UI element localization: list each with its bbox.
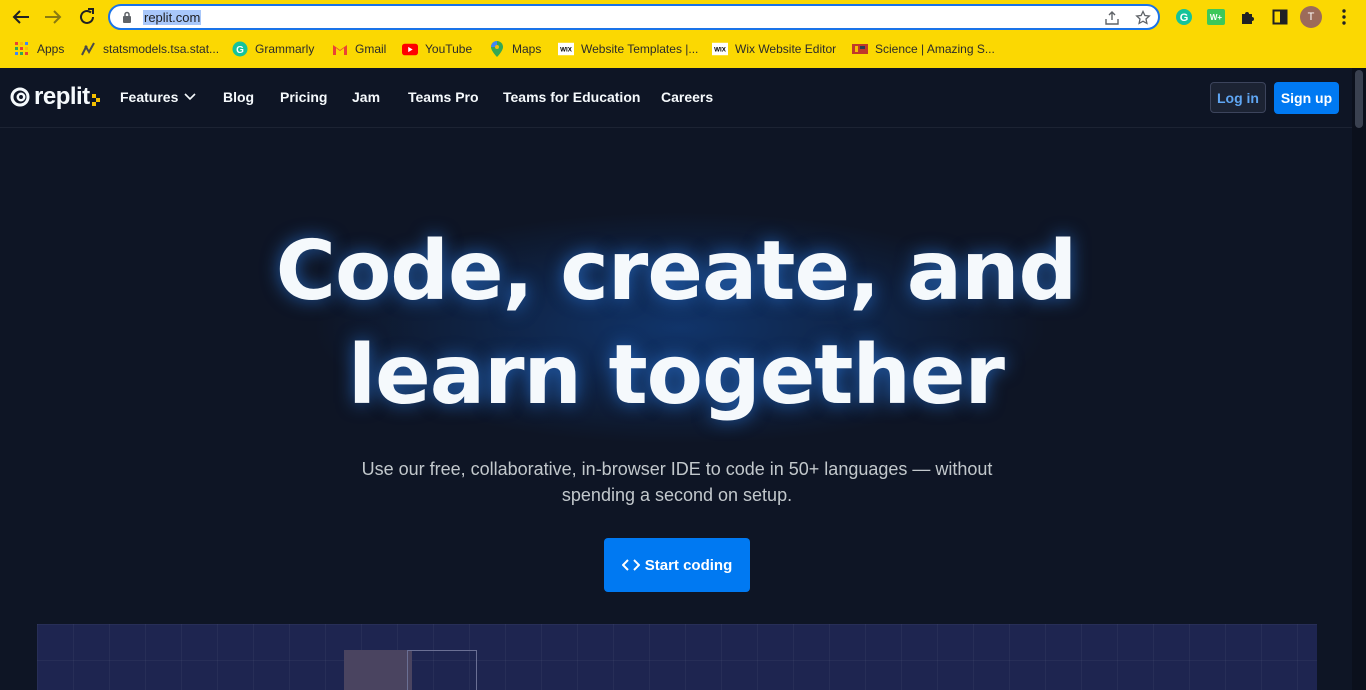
bookmarks-bar: Apps statsmodels.tsa.stat... G Grammarly… (0, 37, 1366, 61)
bookmark-label: Wix Website Editor (735, 42, 837, 56)
svg-text:G: G (1180, 12, 1189, 24)
bookmark-gmail[interactable]: Gmail (332, 37, 386, 61)
side-panel-button[interactable] (1270, 7, 1290, 27)
gmail-icon (332, 41, 348, 57)
login-button[interactable]: Log in (1210, 82, 1266, 113)
bookmark-wix-editor[interactable]: WIX Wix Website Editor (712, 37, 836, 61)
wordtune-extension[interactable]: W+ (1206, 7, 1226, 27)
back-arrow-icon (12, 10, 29, 24)
ide-preview-image (37, 624, 1317, 690)
forward-button[interactable] (42, 7, 64, 27)
bookmark-science[interactable]: Science | Amazing S... (852, 37, 995, 61)
replit-page: replit Features Blog Pricing Jam Teams P… (0, 68, 1352, 690)
hero-subtitle-line-1: Use our free, collaborative, in-browser … (361, 459, 993, 479)
bookmark-label: statsmodels.tsa.stat... (103, 42, 220, 56)
nav-blog[interactable]: Blog (223, 89, 254, 105)
side-panel-icon (1272, 9, 1288, 25)
extensions-button[interactable] (1238, 7, 1258, 27)
bookmark-label: Science | Amazing S... (875, 42, 995, 56)
address-bar[interactable]: replit.com (108, 4, 1160, 30)
hero-title: Code, create, and learn together (226, 220, 1126, 428)
code-brackets-icon (621, 558, 640, 572)
svg-text:W+: W+ (1210, 13, 1223, 22)
page-scrollbar[interactable] (1352, 68, 1366, 690)
nav-features-label: Features (120, 89, 179, 105)
preview-frame (407, 650, 477, 690)
url-text[interactable]: replit.com (143, 10, 202, 25)
kebab-menu-icon (1342, 9, 1346, 25)
start-coding-label: Start coding (644, 556, 733, 574)
nav-teams-education[interactable]: Teams for Education (503, 89, 640, 105)
bookmark-apps[interactable]: Apps (14, 37, 64, 61)
wix-icon: WIX (558, 41, 574, 57)
statsmodels-icon (80, 41, 96, 57)
preview-grid (37, 624, 1317, 690)
address-row: replit.com G W+ T (0, 0, 1366, 34)
preview-card (344, 650, 412, 690)
grammarly-extension[interactable]: G (1174, 7, 1194, 27)
svg-text:G: G (236, 45, 244, 56)
browser-menu-button[interactable] (1334, 7, 1354, 27)
nav-careers[interactable]: Careers (661, 89, 713, 105)
signup-button[interactable]: Sign up (1274, 82, 1339, 114)
bookmark-maps[interactable]: Maps (489, 37, 541, 61)
grammarly-icon: G (232, 41, 248, 57)
nav-teams-pro[interactable]: Teams Pro (408, 89, 479, 105)
browser-toolbar: replit.com G W+ T Apps statsmodels.tsa.s… (0, 0, 1366, 68)
nav-features[interactable]: Features (120, 89, 196, 105)
replit-spiral-icon (10, 87, 30, 107)
bookmark-label: Gmail (355, 42, 387, 56)
lock-icon (123, 11, 131, 23)
bookmark-statsmodels[interactable]: statsmodels.tsa.stat... (80, 37, 219, 61)
logo-text: replit (34, 83, 90, 110)
chevron-down-icon (184, 93, 196, 101)
bookmark-label: Website Templates |... (581, 42, 699, 56)
bookmark-star-button[interactable] (1134, 9, 1152, 27)
profile-avatar[interactable]: T (1300, 6, 1322, 28)
bookmark-grammarly[interactable]: G Grammarly (232, 37, 314, 61)
logo-dots-icon (91, 94, 100, 106)
reload-button[interactable] (76, 7, 98, 27)
reload-icon (80, 8, 94, 24)
bookmark-label: Grammarly (255, 42, 315, 56)
hero-title-line-2: learn together (348, 328, 1005, 423)
scrollbar-thumb[interactable] (1355, 70, 1363, 128)
star-icon (1135, 10, 1151, 25)
share-icon (1105, 11, 1119, 25)
hero-subtitle-line-2: spending a second on setup. (561, 485, 793, 505)
site-header: replit Features Blog Pricing Jam Teams P… (0, 68, 1352, 128)
maps-pin-icon (489, 41, 505, 57)
profile-initial: T (1307, 11, 1315, 23)
nav-pricing[interactable]: Pricing (280, 89, 327, 105)
wordtune-icon: W+ (1207, 9, 1225, 25)
bookmark-website-templates[interactable]: WIX Website Templates |... (558, 37, 698, 61)
hero-subtitle: Use our free, collaborative, in-browser … (296, 456, 1058, 508)
back-button[interactable] (10, 7, 32, 27)
svg-text:WIX: WIX (714, 47, 727, 54)
science-icon (852, 41, 868, 57)
start-coding-button[interactable]: Start coding (604, 538, 750, 592)
grammarly-icon: G (1176, 9, 1192, 25)
replit-logo[interactable]: replit (10, 85, 100, 109)
wix-icon: WIX (712, 41, 728, 57)
puzzle-icon (1242, 12, 1254, 24)
bookmark-youtube[interactable]: YouTube (402, 37, 472, 61)
share-button[interactable] (1103, 9, 1121, 27)
nav-jam[interactable]: Jam (352, 89, 380, 105)
apps-grid-icon (14, 41, 30, 57)
bookmark-label: Apps (37, 42, 65, 56)
hero-title-line-1: Code, create, and (275, 224, 1077, 319)
bookmark-label: YouTube (425, 42, 473, 56)
youtube-icon (402, 41, 418, 57)
bookmark-label: Maps (512, 42, 542, 56)
svg-text:WIX: WIX (560, 47, 573, 54)
forward-arrow-icon (45, 10, 62, 24)
